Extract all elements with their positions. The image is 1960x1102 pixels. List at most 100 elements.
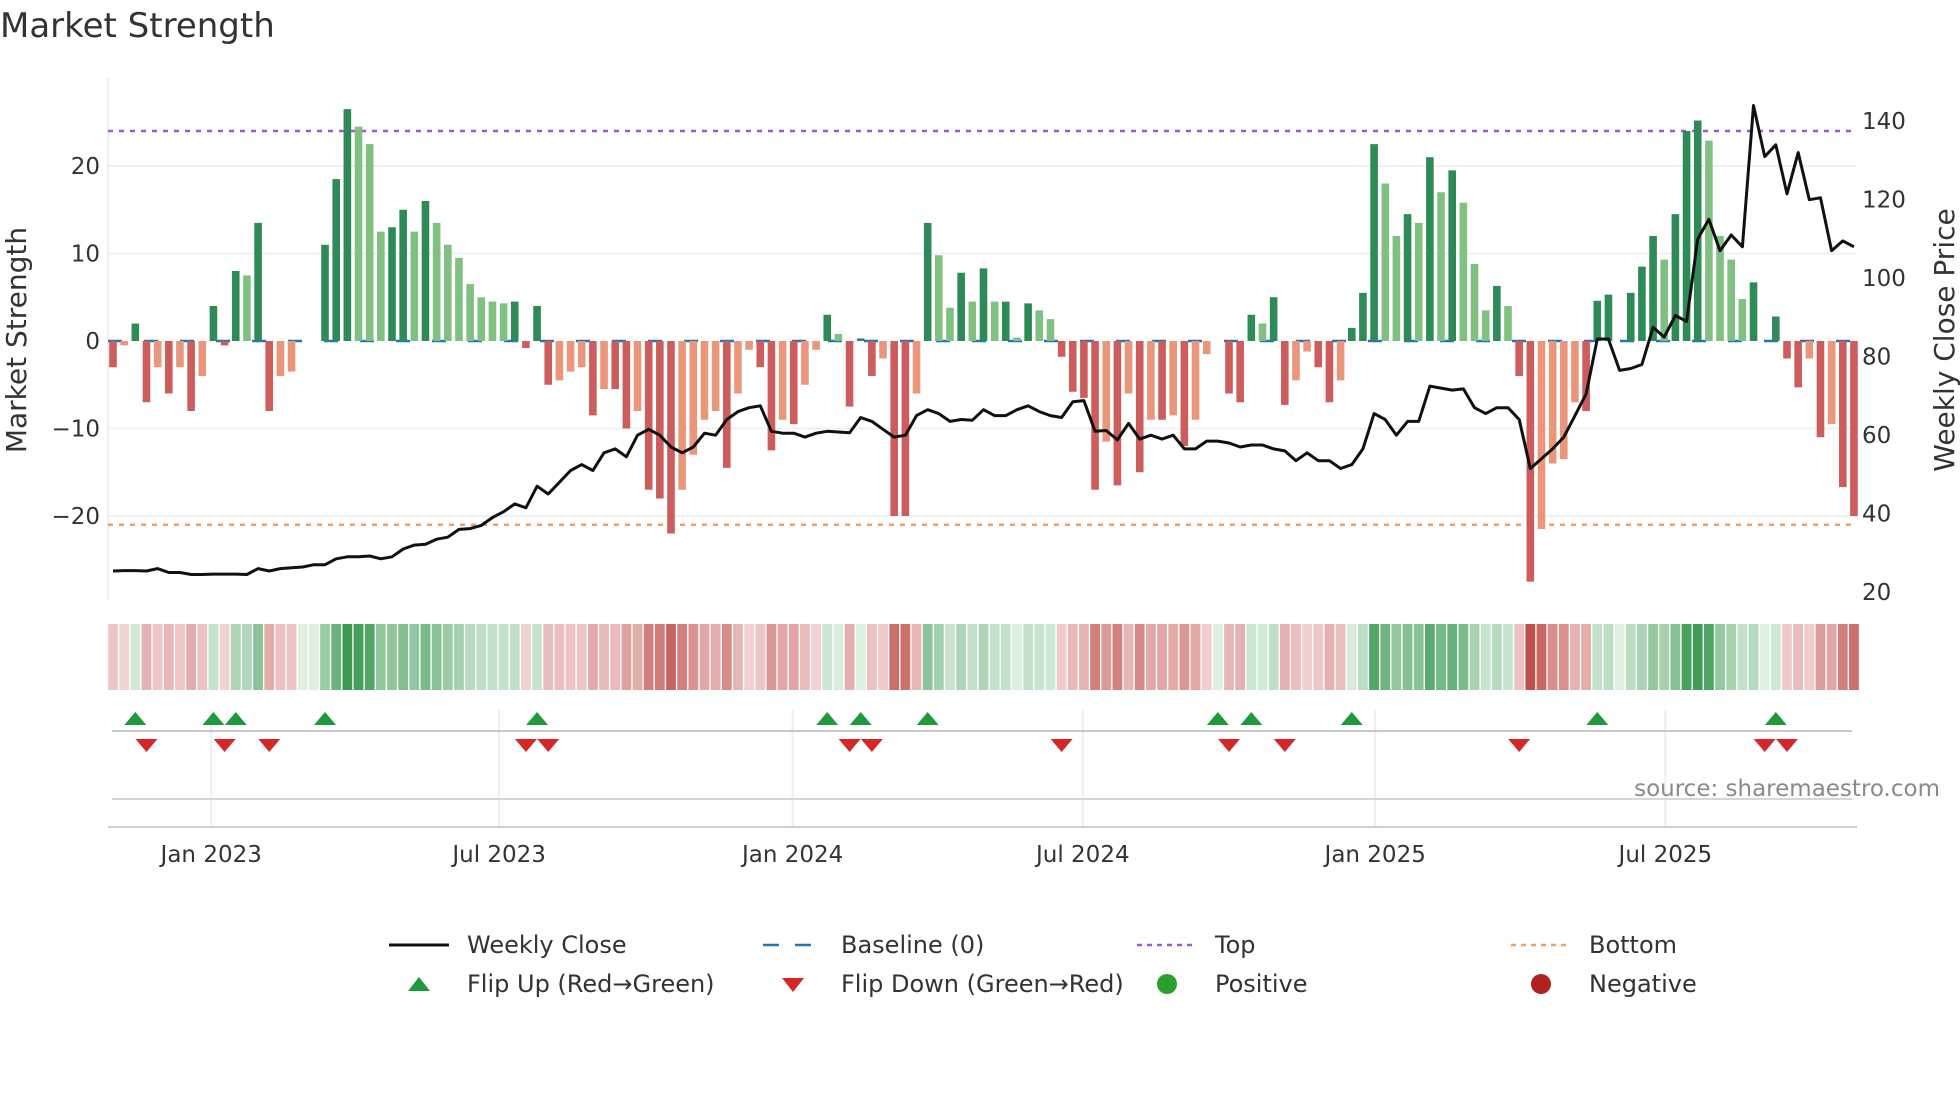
strength-bar [1325,341,1334,403]
strength-bar [1850,341,1858,516]
flip-down-marker [1776,739,1798,752]
strength-bar [1481,310,1490,341]
strength-bar [377,231,385,341]
flip-up-marker [1340,712,1363,725]
heatmap-cell [1480,624,1491,690]
heatmap-cell [1547,624,1558,690]
heatmap-cell [900,624,911,690]
strength-bar [656,341,664,499]
strength-bar [1638,266,1646,341]
strength-bar [1202,341,1211,355]
heatmap-cell [866,624,877,690]
strength-bar [577,341,586,368]
flip-down-marker [514,739,537,752]
heatmap-cell [1257,624,1268,690]
strength-bar [1314,341,1323,368]
heatmap-cell [175,624,185,690]
strength-bar [1091,341,1099,490]
heatmap-cell [621,624,632,690]
strength-bar [488,301,497,341]
strength-bar [1783,341,1791,359]
legend-label: Flip Up (Red→Green) [467,970,715,998]
flip-up-marker [526,712,549,725]
heatmap-cell [1581,624,1592,690]
heatmap-cell [1291,624,1301,690]
legend-label: Bottom [1589,931,1678,959]
heatmap-cell [1637,624,1647,690]
strength-bar [979,268,988,341]
strength-bar [1571,341,1579,403]
heatmap-cell [800,624,810,690]
strength-bar [845,341,854,407]
heatmap-cell [342,624,353,690]
strength-bar [120,341,128,346]
strength-bar [812,341,820,350]
strength-bar [1247,314,1256,341]
strength-bar [343,109,352,341]
strength-bar [890,341,898,516]
heatmap-cell [521,624,531,690]
strength-bar [1057,341,1066,357]
strength-bar [1113,341,1122,486]
heatmap-cell [1625,624,1636,690]
heatmap-cell [878,624,888,690]
heatmap-cell [911,624,922,690]
strength-bar [633,341,642,411]
heatmap-cell [822,624,833,690]
strength-bar [276,341,285,376]
heatmap-cell [1324,624,1335,690]
heatmap-cell [1826,624,1837,690]
flip-up-marker [314,712,337,725]
strength-bar [957,272,965,341]
strength-bar [946,307,954,341]
strength-bar [1705,140,1713,341]
heatmap-cell [1603,624,1614,690]
heatmap-cell [130,624,141,690]
strength-bar [1727,259,1735,341]
strength-bar [600,341,608,390]
x-tick-label: Jul 2023 [450,842,546,868]
strength-bar [711,341,720,411]
strength-bar [243,275,251,341]
strength-bar [856,338,865,341]
heatmap-cell [1491,624,1502,690]
y2-tick-label: 20 [1862,580,1891,606]
strength-bar [622,341,631,429]
strength-bar [756,341,765,368]
heatmap-cell [1849,624,1859,690]
heatmap-cell [1570,624,1580,690]
source-credit: source: sharemaestro.com [1634,776,1940,802]
heatmap-cell [1123,624,1134,690]
heatmap-cell [465,624,476,690]
heatmap-cell [197,624,208,690]
heatmap-cell [1045,624,1056,690]
strength-bar [823,314,832,341]
strength-bar [1749,282,1758,341]
heatmap-cell [364,624,375,690]
heatmap-cell [1246,624,1257,690]
heatmap-cell [1179,624,1190,690]
strength-bar [1515,341,1523,376]
strength-bar [1392,236,1401,341]
strength-bar [789,341,798,425]
heatmap-cell [487,624,498,690]
y2-axis-label: Weekly Close Price [1928,208,1960,471]
dotted-line-swatch-icon [1137,943,1197,947]
strength-bar [1794,341,1802,388]
strength-bar [1839,341,1847,488]
heatmap-cell [1201,624,1212,690]
strength-bar [388,227,396,341]
y2-tick-label: 60 [1862,423,1891,449]
flip-down-marker [1753,739,1776,752]
strength-bar [220,341,229,346]
strength-bar [187,341,195,411]
strength-bar [1370,144,1378,341]
heatmap-cell [454,624,464,690]
strength-bar [1359,292,1367,341]
heatmap-cell [1391,624,1402,690]
strength-bar [354,126,363,341]
heatmap-cell [532,624,542,690]
strength-heatmap-strip [108,624,1859,690]
strength-bar [254,222,262,341]
flip-down-marker [537,739,560,752]
